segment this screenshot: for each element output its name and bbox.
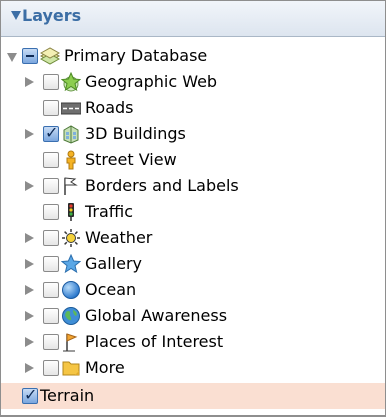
layer-row-3d-buildings[interactable]: ✓ 3D Buildings: [1, 121, 385, 147]
layer-row-geographic-web[interactable]: Geographic Web: [1, 69, 385, 95]
layer-label: Primary Database: [64, 46, 208, 65]
disclosure-down-icon[interactable]: [11, 11, 21, 20]
layer-label: Roads: [85, 98, 134, 117]
buildings-icon: [63, 125, 79, 144]
layer-label: Traffic: [85, 202, 134, 221]
disclosure-right-icon[interactable]: [25, 233, 34, 243]
disclosure-right-icon[interactable]: [25, 337, 34, 347]
star-globe-icon: [61, 72, 81, 92]
layer-row-primary-database[interactable]: Primary Database: [1, 43, 385, 69]
layer-label: Ocean: [85, 280, 137, 299]
layer-label: More: [85, 358, 125, 377]
layers-panel-header[interactable]: Layers: [1, 1, 385, 37]
layer-row-traffic[interactable]: Traffic: [1, 199, 385, 225]
layer-checkbox[interactable]: [43, 360, 59, 376]
disclosure-right-icon[interactable]: [25, 311, 34, 321]
layers-panel: Layers Primary Database Geographic Web R: [0, 0, 386, 417]
globe-icon: [62, 307, 80, 325]
layer-checkbox[interactable]: [22, 48, 38, 64]
layer-checkbox[interactable]: [43, 100, 59, 116]
gallery-star-icon: [61, 254, 81, 274]
layer-checkbox[interactable]: [43, 204, 59, 220]
layer-checkbox[interactable]: [43, 178, 59, 194]
layer-checkbox[interactable]: ✓: [22, 385, 38, 404]
layer-checkbox[interactable]: [43, 308, 59, 324]
layer-row-more[interactable]: More: [1, 355, 385, 381]
layer-label: Terrain: [40, 386, 95, 405]
layer-label: 3D Buildings: [85, 124, 186, 143]
disclosure-right-icon[interactable]: [25, 77, 34, 87]
layer-label: Global Awareness: [85, 306, 228, 325]
flag-icon: [64, 177, 78, 195]
layer-label: Borders and Labels: [85, 176, 239, 195]
layer-checkbox[interactable]: [43, 152, 59, 168]
layer-checkbox[interactable]: [43, 230, 59, 246]
roads-icon: [61, 102, 81, 115]
layer-row-gallery[interactable]: Gallery: [1, 251, 385, 277]
disclosure-right-icon[interactable]: [25, 129, 34, 139]
layer-checkbox[interactable]: [43, 282, 59, 298]
disclosure-right-icon[interactable]: [25, 363, 34, 373]
layer-checkbox[interactable]: ✓: [43, 123, 59, 142]
layer-label: Street View: [85, 150, 177, 169]
pin-flag-icon: [63, 333, 78, 352]
layer-label: Weather: [85, 228, 153, 247]
disclosure-right-icon[interactable]: [25, 259, 34, 269]
folder-icon: [62, 361, 80, 376]
sun-icon: [62, 229, 80, 247]
layer-label: Gallery: [85, 254, 142, 273]
layer-row-weather[interactable]: Weather: [1, 225, 385, 251]
layer-checkbox[interactable]: [43, 74, 59, 90]
layer-row-street-view[interactable]: Street View: [1, 147, 385, 173]
disclosure-down-icon[interactable]: [7, 53, 17, 62]
layer-label: Geographic Web: [85, 72, 218, 91]
layer-row-borders-and-labels[interactable]: Borders and Labels: [1, 173, 385, 199]
panel-title: Layers: [22, 6, 82, 25]
database-icon: [40, 47, 60, 65]
layer-checkbox[interactable]: [43, 334, 59, 350]
layer-row-places-of-interest[interactable]: Places of Interest: [1, 329, 385, 355]
layer-row-ocean[interactable]: Ocean: [1, 277, 385, 303]
disclosure-right-icon[interactable]: [25, 181, 34, 191]
layer-row-roads[interactable]: Roads: [1, 95, 385, 121]
layer-label: Places of Interest: [85, 332, 224, 351]
layer-row-terrain[interactable]: ✓ Terrain: [1, 383, 385, 409]
layer-checkbox[interactable]: [43, 256, 59, 272]
layer-row-global-awareness[interactable]: Global Awareness: [1, 303, 385, 329]
ocean-icon: [62, 281, 80, 299]
traffic-light-icon: [68, 203, 74, 221]
pegman-icon: [66, 150, 76, 170]
disclosure-right-icon[interactable]: [25, 285, 34, 295]
